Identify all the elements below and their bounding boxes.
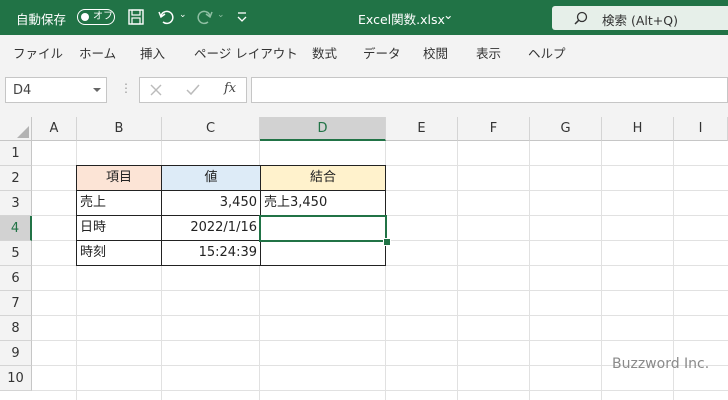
table-cell-c5[interactable]: 15:24:39 [161, 240, 261, 266]
column-header-g[interactable]: G [530, 117, 602, 141]
menu-home[interactable]: ホーム [79, 43, 116, 62]
cancel-icon[interactable] [150, 84, 162, 96]
column-header-h[interactable]: H [602, 117, 674, 141]
toggle-knob [81, 12, 89, 21]
name-box-value: D4 [13, 83, 32, 98]
column-header-d[interactable]: D [260, 117, 386, 141]
table-cell-c3[interactable]: 3,450 [161, 190, 261, 216]
column-header-i[interactable]: I [674, 117, 728, 141]
separator-dots-icon: ⋮ [120, 81, 132, 95]
redo-dropdown-icon[interactable]: ⌄ [217, 10, 225, 20]
column-header-c[interactable]: C [162, 117, 260, 141]
row-header-9[interactable]: 9 [0, 341, 32, 366]
column-header-a[interactable]: A [32, 117, 77, 141]
select-all-corner[interactable] [0, 117, 32, 141]
title-bar: 自動保存 オフ ⌄ ⌄ Excel関数.xlsx ⌄ 検索 (Alt+Q) [0, 0, 728, 35]
autosave-label: 自動保存 [16, 12, 67, 27]
file-name[interactable]: Excel関数.xlsx [358, 9, 445, 28]
table-cell-b4[interactable]: 日時 [76, 215, 162, 241]
column-header-b[interactable]: B [77, 117, 162, 141]
menu-bar: ファイル ホーム 挿入 ページ レイアウト 数式 データ 校閲 表示 ヘルプ [0, 35, 728, 67]
search-text: 検索 (Alt+Q) [602, 13, 678, 28]
menu-page-layout[interactable]: ページ レイアウト [194, 43, 298, 62]
menu-help[interactable]: ヘルプ [528, 43, 566, 62]
insert-function-icon[interactable]: fx [224, 81, 236, 96]
row-header-5[interactable]: 5 [0, 241, 32, 266]
autosave-state: オフ [93, 11, 113, 22]
row-header-8[interactable]: 8 [0, 316, 32, 341]
table-header-item[interactable]: 項目 [76, 165, 162, 191]
fill-handle[interactable] [383, 238, 391, 246]
undo-dropdown-icon[interactable]: ⌄ [179, 10, 187, 20]
autosave-toggle[interactable]: オフ [77, 9, 115, 25]
row-header-3[interactable]: 3 [0, 191, 32, 216]
save-icon[interactable] [127, 8, 145, 26]
formula-input[interactable] [251, 77, 728, 103]
undo-icon[interactable] [157, 8, 175, 26]
column-header-f[interactable]: F [458, 117, 530, 141]
active-cell-cursor[interactable] [259, 215, 387, 242]
select-all-triangle-icon [17, 126, 29, 138]
customize-toolbar-icon[interactable] [236, 11, 248, 23]
row-header-2[interactable]: 2 [0, 166, 32, 191]
menu-insert[interactable]: 挿入 [140, 43, 165, 62]
formula-bar: D4 ⋮ fx [0, 67, 728, 117]
menu-view[interactable]: 表示 [476, 43, 501, 62]
menu-data[interactable]: データ [363, 43, 401, 62]
table-cell-d3[interactable]: 売上3,450 [260, 190, 386, 216]
row-header-7[interactable]: 7 [0, 291, 32, 316]
table-cell-b3[interactable]: 売上 [76, 190, 162, 216]
enter-check-icon[interactable] [186, 84, 200, 96]
formula-buttons: fx [139, 77, 247, 103]
menu-formulas[interactable]: 数式 [312, 43, 337, 62]
redo-icon[interactable] [196, 8, 214, 26]
search-icon [574, 11, 588, 25]
table-cell-b5[interactable]: 時刻 [76, 240, 162, 266]
row-header-1[interactable]: 1 [0, 141, 32, 166]
row-header-6[interactable]: 6 [0, 266, 32, 291]
table-cell-d5[interactable] [260, 240, 386, 266]
menu-file[interactable]: ファイル [13, 43, 63, 62]
watermark: Buzzword Inc. [612, 356, 710, 372]
column-header-e[interactable]: E [386, 117, 458, 141]
filename-dropdown-icon[interactable]: ⌄ [443, 7, 453, 22]
search-box[interactable]: 検索 (Alt+Q) [552, 6, 728, 30]
table-header-value[interactable]: 値 [161, 165, 261, 191]
menu-review[interactable]: 校閲 [423, 43, 448, 62]
name-box[interactable]: D4 [5, 77, 107, 103]
table-cell-c4[interactable]: 2022/1/16 [161, 215, 261, 241]
row-header-10[interactable]: 10 [0, 366, 32, 391]
table-header-combined[interactable]: 結合 [260, 165, 386, 191]
row-header-4[interactable]: 4 [0, 216, 32, 241]
name-box-dropdown-icon[interactable] [93, 88, 101, 92]
